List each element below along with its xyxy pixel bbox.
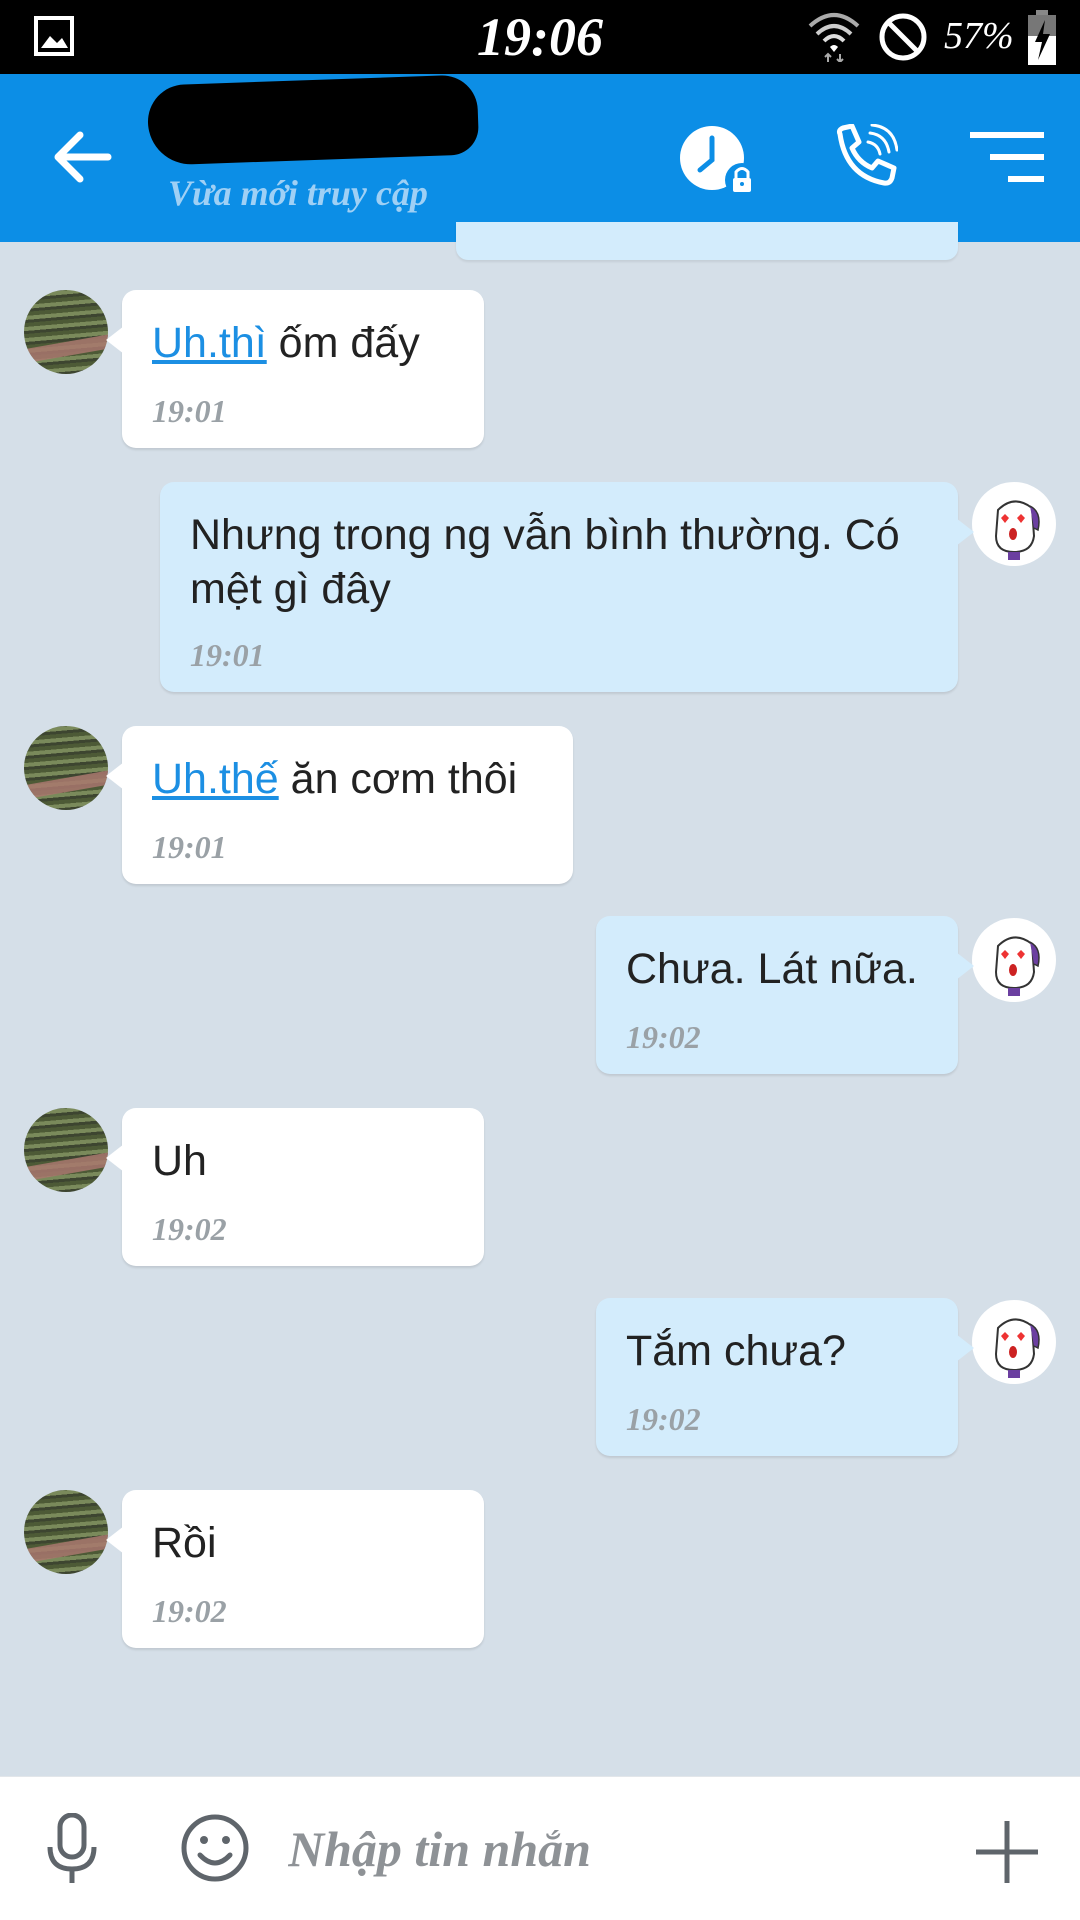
message-text: Uh.thì ốm đấy — [152, 319, 420, 367]
sticker-avatar-icon — [994, 500, 1040, 560]
my-avatar[interactable] — [972, 482, 1056, 566]
sticker-avatar-icon — [994, 1318, 1040, 1378]
message-link[interactable]: Uh.thế — [152, 755, 279, 803]
chat-messages[interactable]: Uh.thì ốm đấy 19:01 Nhưng trong ng vẫn b… — [0, 222, 1080, 1776]
my-avatar[interactable] — [972, 1300, 1056, 1384]
chat-header: Vừa mới truy cập — [0, 74, 1080, 242]
message-text: Uh — [152, 1137, 207, 1185]
wifi-icon — [808, 13, 860, 62]
microphone-icon[interactable] — [46, 1813, 98, 1885]
message-text: Tắm chưa? — [626, 1327, 846, 1375]
message-time: 19:02 — [626, 1401, 701, 1437]
back-arrow-icon[interactable] — [50, 126, 116, 188]
contact-avatar[interactable] — [24, 1490, 108, 1574]
phone-call-icon[interactable] — [832, 124, 898, 190]
message-link[interactable]: Uh.thì — [152, 319, 267, 367]
contact-avatar[interactable] — [24, 1108, 108, 1192]
previous-message-bubble — [456, 222, 958, 260]
sticker-avatar-icon — [994, 936, 1040, 996]
message-text: Chưa. Lát nữa. — [626, 945, 918, 993]
message-input[interactable] — [288, 1807, 908, 1891]
menu-icon[interactable] — [968, 130, 1046, 184]
my-avatar[interactable] — [972, 918, 1056, 1002]
message-time: 19:01 — [152, 393, 227, 429]
message-bubble-incoming[interactable]: Uh.thế ăn cơm thôi 19:01 — [106, 726, 573, 884]
do-not-disturb-icon — [879, 13, 927, 61]
message-time: 19:02 — [626, 1019, 701, 1055]
contact-name[interactable] — [148, 84, 478, 156]
battery-charging-icon — [1028, 10, 1056, 65]
plus-icon[interactable] — [974, 1819, 1040, 1885]
contact-avatar[interactable] — [24, 290, 108, 374]
message-text: Nhưng trong ng vẫn bình thường. Có mệt g… — [190, 511, 900, 613]
message-bubble-outgoing[interactable]: Chưa. Lát nữa. 19:02 — [596, 916, 974, 1074]
message-text: Rồi — [152, 1519, 217, 1567]
message-bubble-incoming[interactable]: Uh 19:02 — [106, 1108, 484, 1266]
clock-lock-icon[interactable] — [678, 124, 762, 200]
message-time: 19:01 — [190, 637, 265, 673]
status-bar: 19:06 57% — [0, 0, 1080, 74]
battery-percent: 57% — [944, 15, 1014, 57]
message-time: 19:02 — [152, 1211, 227, 1247]
contact-status: Vừa mới truy cập — [168, 173, 428, 213]
message-bubble-incoming[interactable]: Uh.thì ốm đấy 19:01 — [106, 290, 484, 448]
message-input-bar — [0, 1776, 1080, 1920]
message-bubble-outgoing[interactable]: Tắm chưa? 19:02 — [596, 1298, 974, 1456]
message-time: 19:01 — [152, 829, 227, 865]
message-bubble-outgoing[interactable]: Nhưng trong ng vẫn bình thường. Có mệt g… — [160, 482, 974, 692]
message-time: 19:02 — [152, 1593, 227, 1629]
contact-avatar[interactable] — [24, 726, 108, 810]
message-text: Uh.thế ăn cơm thôi — [152, 755, 518, 803]
message-bubble-incoming[interactable]: Rồi 19:02 — [106, 1490, 484, 1648]
emoji-icon[interactable] — [180, 1813, 250, 1883]
